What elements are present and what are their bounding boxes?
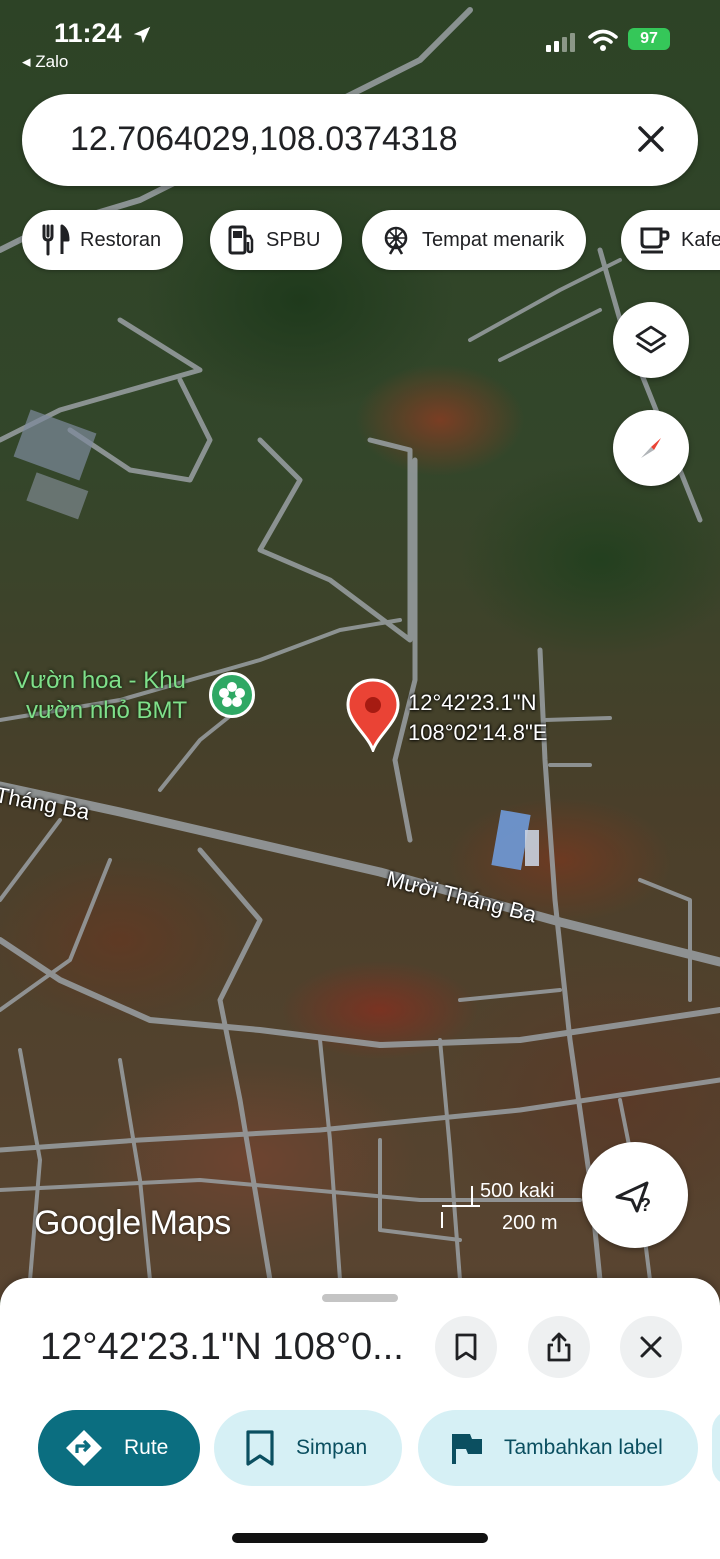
pin-coordinates-label: 12°42'23.1"N 108°02'14.8"E [408, 688, 547, 748]
pin-longitude: 108°02'14.8"E [408, 720, 548, 745]
search-bar[interactable]: 12.7064029,108.0374318 [22, 94, 698, 186]
battery-indicator: 97 [628, 28, 670, 50]
search-input[interactable]: 12.7064029,108.0374318 [70, 120, 458, 159]
directions-button[interactable]: Rute [38, 1410, 200, 1486]
chip-gas-stations[interactable]: SPBU [210, 210, 343, 270]
ferris-wheel-icon [384, 226, 408, 255]
cellular-signal-icon [546, 33, 575, 52]
google-maps-attribution: Google Maps [34, 1204, 231, 1242]
close-icon [640, 1336, 662, 1358]
share-button[interactable] [528, 1316, 590, 1378]
save-button[interactable]: Simpan [214, 1410, 402, 1486]
share-icon [547, 1332, 571, 1362]
sheet-drag-handle[interactable] [322, 1294, 398, 1302]
status-time: 11:24 [54, 18, 122, 48]
close-sheet-button[interactable] [620, 1316, 682, 1378]
fork-knife-icon [42, 224, 70, 256]
directions-icon [66, 1430, 102, 1466]
poi-name-line1[interactable]: Vườn hoa - Khu [14, 667, 186, 695]
directions-label: Rute [124, 1436, 169, 1459]
location-arrow-icon [133, 26, 151, 44]
chip-label: Restoran [80, 228, 162, 251]
navigation-question-icon: ? [615, 1181, 651, 1215]
chip-attractions[interactable]: Tempat menarik [362, 210, 587, 270]
close-icon[interactable] [634, 122, 668, 156]
explore-nearby-button[interactable]: ? [582, 1142, 688, 1248]
chip-label: Kafe [681, 228, 720, 251]
gas-station-icon [228, 225, 254, 255]
place-bottom-sheet[interactable]: 12°42'23.1"N 108°0... Rute Simpan Tambah… [0, 1278, 720, 1559]
status-bar: 11:24 ◂ Zalo 97 [0, 10, 720, 80]
home-indicator[interactable] [232, 1533, 488, 1543]
scale-meters: 200 m [502, 1212, 558, 1234]
dropped-pin-icon[interactable] [345, 678, 401, 752]
wifi-icon [588, 29, 618, 51]
flower-icon [219, 682, 245, 707]
map-roads [0, 7, 720, 1283]
chip-restaurants[interactable]: Restoran [22, 210, 184, 270]
compass-button[interactable] [613, 410, 689, 486]
pin-latitude: 12°42'23.1"N [408, 690, 537, 715]
layers-icon [635, 325, 667, 354]
scale-feet: 500 kaki [480, 1180, 555, 1202]
add-label-label: Tambahkan label [504, 1436, 663, 1459]
chip-cafes[interactable]: Kafe [621, 210, 720, 270]
scale-line [441, 1186, 480, 1228]
more-actions-button[interactable] [712, 1410, 720, 1486]
chip-label: SPBU [266, 228, 321, 251]
save-bookmark-button[interactable] [435, 1316, 497, 1378]
satellite-map[interactable]: 11:24 ◂ Zalo 97 12.7064029,108.0374318 R… [0, 0, 720, 1300]
svg-text:?: ? [640, 1195, 651, 1215]
coffee-cup-icon [640, 227, 670, 254]
chip-label: Tempat menarik [422, 228, 565, 251]
place-title: 12°42'23.1"N 108°0... [40, 1326, 404, 1368]
bookmark-icon [246, 1430, 274, 1466]
save-label: Simpan [296, 1436, 368, 1459]
add-label-button[interactable]: Tambahkan label [418, 1410, 698, 1486]
poi-name-line2[interactable]: vườn nhỏ BMT [26, 697, 187, 725]
map-scale-bar: 500 kaki 200 m [440, 1178, 570, 1238]
bookmark-icon [455, 1333, 477, 1361]
layers-button[interactable] [613, 302, 689, 378]
compass-icon [641, 438, 661, 458]
back-to-app-link[interactable]: ◂ Zalo [22, 52, 68, 72]
flower-poi-icon[interactable] [209, 672, 255, 718]
flag-icon [452, 1434, 482, 1464]
